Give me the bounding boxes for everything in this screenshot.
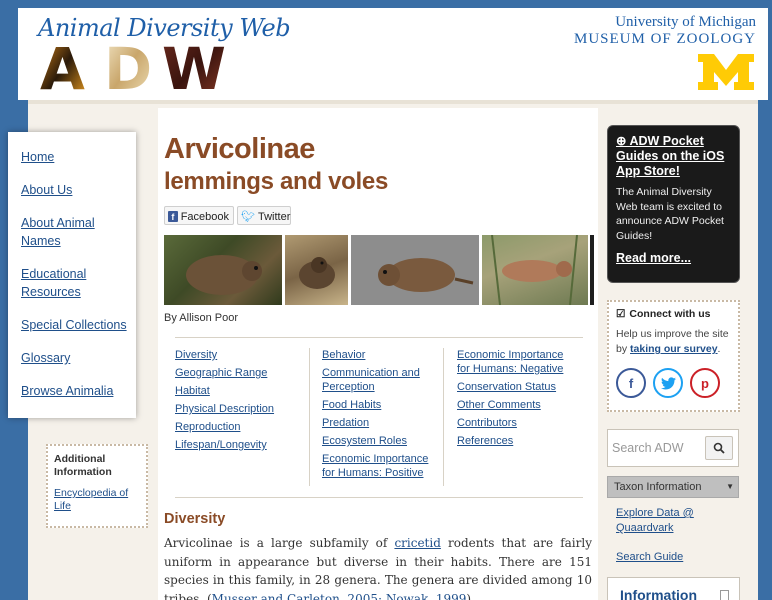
citation-link[interactable]: Musser and Carleton, 2005; Nowak, 1999 bbox=[212, 592, 467, 600]
adw-logo[interactable]: A D W bbox=[38, 42, 248, 92]
app-store-icon: ⊕︎ bbox=[616, 134, 630, 148]
svg-text:W: W bbox=[162, 42, 225, 92]
vole-photo-4[interactable] bbox=[482, 235, 588, 305]
toc-link[interactable]: Economic Importance for Humans: Positive bbox=[322, 452, 434, 480]
body-text: ) bbox=[466, 591, 472, 600]
toc-divider-top bbox=[175, 337, 583, 338]
nav-educational-resources[interactable]: Educational Resources bbox=[21, 265, 136, 301]
taxon-information-select[interactable]: Taxon Information ▼ bbox=[607, 476, 739, 498]
toc-link[interactable]: Conservation Status bbox=[457, 380, 577, 394]
promo-title-text: ADW Pocket Guides on the iOS App Store! bbox=[616, 134, 725, 178]
toc-link[interactable]: Diversity bbox=[175, 348, 295, 362]
connect-title: ☑︎ Connect with us bbox=[616, 308, 731, 320]
toc-link[interactable]: Lifespan/Longevity bbox=[175, 438, 295, 452]
michigan-m-logo[interactable] bbox=[696, 52, 756, 92]
facebook-icon: f bbox=[628, 375, 634, 391]
taxon-select-value: Taxon Information bbox=[614, 481, 702, 493]
vole-photo-1[interactable] bbox=[164, 235, 282, 305]
toc-link[interactable]: Geographic Range bbox=[175, 366, 295, 380]
toc-link[interactable]: Behavior bbox=[322, 348, 434, 362]
nav-browse-animalia[interactable]: Browse Animalia bbox=[21, 382, 136, 400]
author-byline: By Allison Poor bbox=[164, 312, 238, 324]
information-box: Information bbox=[607, 577, 740, 600]
facebook-share-button[interactable]: f Facebook bbox=[164, 206, 234, 225]
explore-data-link[interactable]: Explore Data @ Quaardvark bbox=[616, 506, 726, 536]
connect-title-text: Connect with us bbox=[629, 308, 711, 320]
connect-text-suffix: . bbox=[717, 343, 721, 355]
twitter-icon bbox=[660, 376, 676, 389]
search-icon bbox=[713, 442, 725, 454]
toc-column-2: Behavior Communication and Perception Fo… bbox=[322, 348, 434, 484]
encyclopedia-of-life-link[interactable]: Encyclopedia of Life bbox=[54, 487, 140, 513]
toc-link[interactable]: Other Comments bbox=[457, 398, 577, 412]
toc-column-divider bbox=[309, 348, 310, 486]
information-title: Information bbox=[620, 587, 697, 600]
section-heading: Diversity bbox=[164, 511, 226, 527]
pinterest-social-button[interactable]: p bbox=[690, 368, 720, 398]
document-icon[interactable] bbox=[720, 590, 729, 600]
toc-link[interactable]: Habitat bbox=[175, 384, 295, 398]
nav-special-collections[interactable]: Special Collections bbox=[21, 316, 136, 334]
nav-home[interactable]: Home bbox=[21, 148, 136, 166]
additional-information-box: Additional Information Encyclopedia of L… bbox=[46, 444, 148, 528]
main-navigation: Home About Us About Animal Names Educati… bbox=[8, 132, 136, 418]
nav-about-us[interactable]: About Us bbox=[21, 181, 136, 199]
vole-photo-3[interactable] bbox=[351, 235, 479, 305]
toc-link[interactable]: Contributors bbox=[457, 416, 577, 430]
facebook-icon: f bbox=[168, 211, 178, 222]
survey-link[interactable]: taking our survey bbox=[630, 343, 718, 355]
chevron-down-icon: ▼ bbox=[726, 482, 734, 491]
facebook-share-label: Facebook bbox=[180, 210, 229, 223]
common-name: lemmings and voles bbox=[164, 168, 389, 195]
toc-column-divider bbox=[443, 348, 444, 486]
twitter-share-button[interactable]: 🐦︎ Twitter bbox=[237, 206, 291, 225]
museum-line: MUSEUM OF ZOOLOGY bbox=[573, 31, 756, 47]
promo-text: The Animal Diversity Web team is excited… bbox=[616, 186, 724, 242]
cricetid-link[interactable]: cricetid bbox=[394, 536, 440, 550]
toc-link[interactable]: Reproduction bbox=[175, 420, 295, 434]
facebook-social-button[interactable]: f bbox=[616, 368, 646, 398]
body-text: Arvicolinae is a large subfamily of bbox=[164, 536, 395, 550]
connect-text: Help us improve the site by taking our s… bbox=[616, 327, 731, 357]
pinterest-icon: p bbox=[701, 375, 709, 391]
twitter-social-button[interactable] bbox=[653, 368, 683, 398]
search-guide-link[interactable]: Search Guide bbox=[616, 550, 683, 565]
vole-photo-2[interactable] bbox=[285, 235, 348, 305]
site-header: Animal Diversity Web A D W University of… bbox=[18, 8, 768, 100]
search-box bbox=[607, 429, 739, 467]
toc-link[interactable]: References bbox=[457, 434, 577, 448]
connect-box: ☑︎ Connect with us Help us improve the s… bbox=[607, 300, 740, 412]
toc-column-1: Diversity Geographic Range Habitat Physi… bbox=[175, 348, 295, 456]
toc-link[interactable]: Physical Description bbox=[175, 402, 295, 416]
svg-text:D: D bbox=[104, 42, 150, 92]
toc-divider-bottom bbox=[175, 497, 583, 498]
toc-link[interactable]: Communication and Perception bbox=[322, 366, 434, 394]
search-input[interactable] bbox=[608, 430, 708, 466]
svg-text:A: A bbox=[40, 42, 85, 92]
pocket-guides-promo: ⊕︎ ADW Pocket Guides on the iOS App Stor… bbox=[607, 125, 740, 283]
toc-link[interactable]: Ecosystem Roles bbox=[322, 434, 434, 448]
site-title[interactable]: Animal Diversity Web bbox=[38, 14, 291, 42]
checkbox-icon: ☑︎ bbox=[616, 308, 626, 320]
toc-column-3: Economic Importance for Humans: Negative… bbox=[457, 348, 577, 452]
toc-link[interactable]: Economic Importance for Humans: Negative bbox=[457, 348, 577, 376]
university-line: University of Michigan bbox=[615, 14, 756, 30]
twitter-icon: 🐦︎ bbox=[241, 211, 255, 223]
page-title: Arvicolinae bbox=[164, 133, 315, 165]
body-paragraph: Arvicolinae is a large subfamily of cric… bbox=[164, 534, 592, 600]
photo-strip-edge bbox=[590, 235, 594, 305]
nav-about-animal-names[interactable]: About Animal Names bbox=[21, 214, 136, 250]
toc-link[interactable]: Food Habits bbox=[322, 398, 434, 412]
toc-link[interactable]: Predation bbox=[322, 416, 434, 430]
read-more-link[interactable]: Read more... bbox=[616, 251, 731, 265]
nav-glossary[interactable]: Glossary bbox=[21, 349, 136, 367]
twitter-share-label: Twitter bbox=[257, 210, 291, 223]
promo-title-link[interactable]: ⊕︎ ADW Pocket Guides on the iOS App Stor… bbox=[616, 134, 731, 179]
search-button[interactable] bbox=[705, 436, 733, 460]
university-name[interactable]: University of Michigan MUSEUM OF ZOOLOGY bbox=[574, 14, 756, 48]
additional-information-title: Additional Information bbox=[54, 453, 112, 478]
